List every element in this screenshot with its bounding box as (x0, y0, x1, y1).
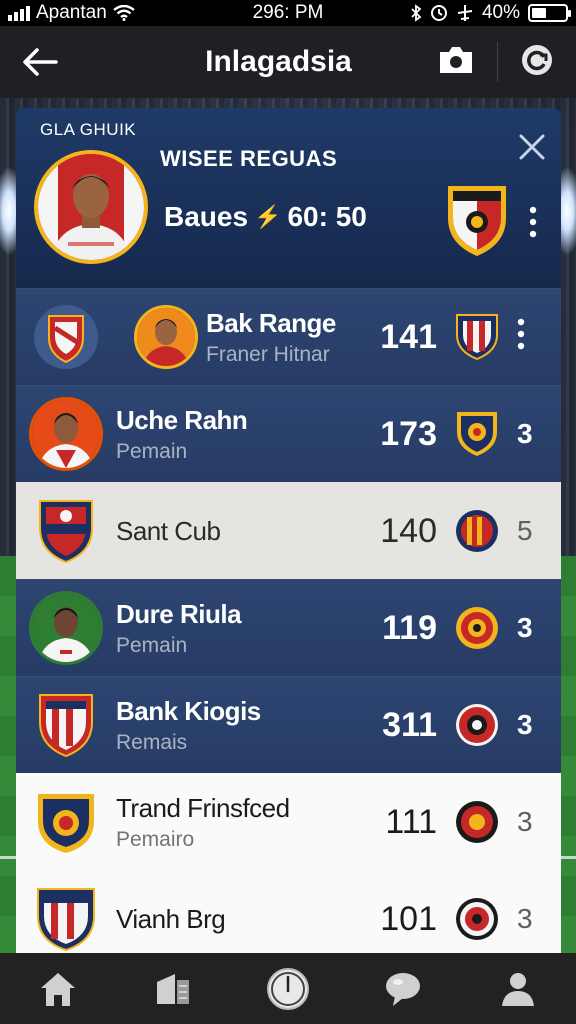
row-rank: 3 (517, 612, 533, 643)
news-icon (156, 973, 189, 1004)
list-item[interactable]: Vianh Brg 101 3 (16, 870, 561, 953)
featured-score: Baues ⚡ 60: 50 (164, 201, 367, 233)
nav-news[interactable] (138, 959, 208, 1019)
row-name: Bank Kiogis (116, 695, 261, 726)
row-points: 119 (382, 608, 437, 647)
back-button[interactable] (0, 26, 80, 98)
row-points: 101 (380, 899, 437, 938)
row-subtitle: Pemain (116, 439, 188, 463)
row-name: Vianh Brg (116, 903, 226, 934)
row-subtitle: Pemairo (116, 827, 195, 851)
nav-profile[interactable] (483, 959, 553, 1019)
row-more-button[interactable] (517, 318, 561, 357)
alarm-icon (430, 5, 447, 21)
club-crest-small (437, 800, 517, 844)
club-crest (16, 304, 116, 370)
row-name: Uche Rahn (116, 404, 248, 435)
clock-icon (266, 967, 309, 1010)
list-item[interactable]: Sant Cub 140 5 (16, 482, 561, 579)
featured-more-button[interactable] (529, 206, 537, 243)
list-item[interactable]: Bank Kiogis Remais 311 3 (16, 676, 561, 773)
club-crest (16, 692, 116, 758)
app-header: Inlagadsia (0, 26, 576, 98)
row-name: Dure Riula (116, 598, 242, 629)
row-name: Bak Range (206, 307, 336, 338)
airplane-icon (457, 5, 473, 21)
nav-clock[interactable] (253, 959, 323, 1019)
camera-button[interactable] (437, 44, 475, 81)
row-points: 141 (380, 317, 437, 356)
club-crest-small (437, 410, 517, 458)
nav-home[interactable] (23, 959, 93, 1019)
row-rank: 3 (517, 903, 533, 934)
clock: 296: PM (252, 2, 324, 23)
status-bar: Apantan 296: PM 40% (0, 0, 576, 26)
row-rank: 5 (517, 515, 533, 546)
row-points: 173 (380, 414, 437, 453)
camera-icon (440, 46, 472, 73)
row-name: Sant Cub (116, 515, 221, 546)
chat-icon (386, 972, 421, 1006)
featured-section-label: GLA GHUIK (40, 120, 137, 139)
refresh-button[interactable] (520, 43, 554, 82)
header-divider (497, 42, 498, 82)
page-title: Inlagadsia (205, 45, 352, 78)
more-vertical-icon (529, 206, 537, 238)
list-item[interactable]: Bak Range Franer Hitnar 141 (16, 288, 561, 385)
row-subtitle: Pemain (116, 633, 188, 657)
row-points: 111 (385, 802, 437, 841)
leaderboard-panel: GLA GHUIK WISEE REGUAS Baues ⚡ 60: 50 Ba… (16, 108, 561, 953)
row-subtitle: Franer Hitnar (206, 342, 330, 366)
list-item[interactable]: Dure Riula Pemain 119 3 (16, 579, 561, 676)
club-crest (16, 789, 116, 855)
avatar (116, 305, 206, 369)
avatar (16, 591, 116, 665)
signal-icon (8, 5, 30, 21)
featured-card[interactable]: GLA GHUIK WISEE REGUAS Baues ⚡ 60: 50 (16, 108, 561, 288)
club-crest-small (437, 606, 517, 650)
battery-icon (528, 4, 571, 22)
club-crest-small (437, 897, 517, 941)
back-arrow-icon (23, 48, 58, 76)
close-button[interactable] (519, 134, 545, 165)
score-value: 60: 50 (287, 201, 367, 232)
list-item[interactable]: Trand Frinsfced Pemairo 111 3 (16, 773, 561, 870)
profile-icon (502, 972, 535, 1006)
featured-club-crest (444, 182, 510, 263)
carrier-name: Apantan (36, 2, 107, 23)
featured-title: WISEE REGUAS (160, 146, 338, 171)
row-points: 311 (382, 705, 437, 744)
row-subtitle: Remais (116, 730, 188, 754)
row-rank: 3 (517, 418, 533, 449)
home-icon (40, 972, 75, 1006)
bottom-navigation (0, 953, 576, 1024)
row-name: Trand Frinsfced (116, 792, 290, 823)
club-crest-small (437, 509, 517, 553)
row-points: 140 (380, 511, 437, 550)
nav-chat[interactable] (368, 959, 438, 1019)
list-item[interactable]: Uche Rahn Pemain 173 3 (16, 385, 561, 482)
bluetooth-icon (411, 4, 422, 22)
club-crest (16, 498, 116, 564)
club-crest (16, 886, 116, 952)
featured-player-avatar (34, 150, 148, 264)
row-rank: 3 (517, 709, 533, 740)
refresh-icon (522, 44, 552, 75)
club-crest-small (437, 313, 517, 361)
row-rank: 3 (517, 806, 533, 837)
more-vertical-icon (517, 318, 525, 349)
wifi-icon (113, 5, 135, 21)
close-icon (519, 134, 545, 160)
bolt-icon: ⚡ (254, 204, 282, 229)
avatar (16, 397, 116, 471)
club-crest-small (437, 703, 517, 747)
battery-percent: 40% (481, 2, 520, 23)
score-label: Baues (164, 201, 249, 232)
